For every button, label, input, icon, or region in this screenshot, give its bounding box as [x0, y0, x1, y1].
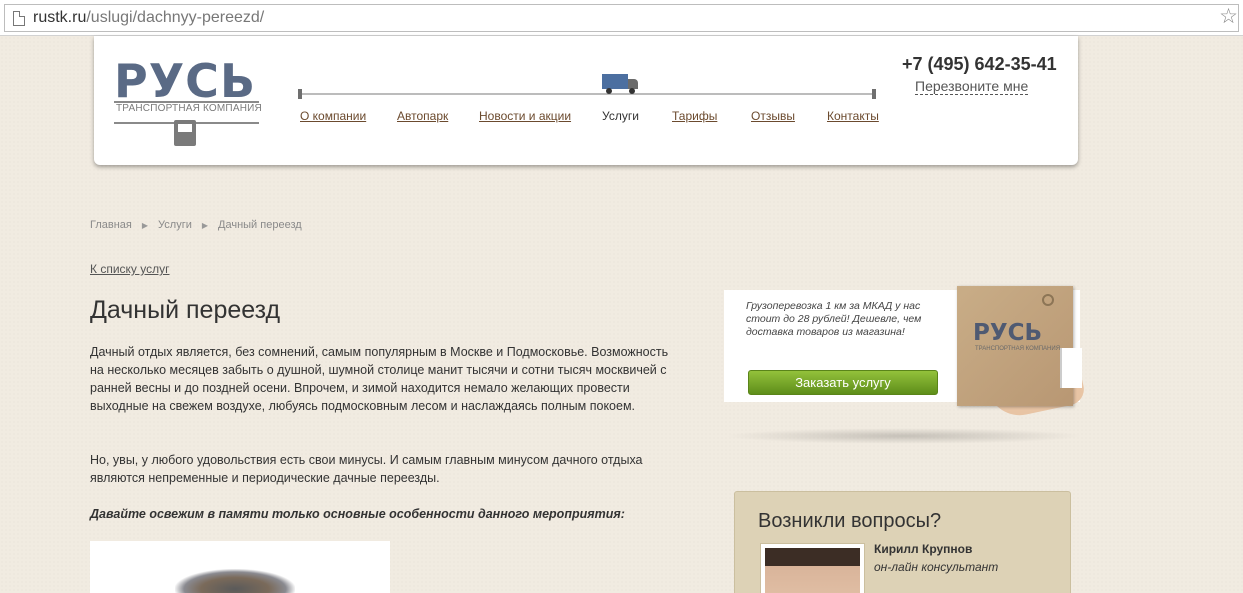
bookmark-star-icon[interactable]: ☆: [1219, 5, 1238, 29]
content-image: [90, 541, 390, 593]
logo-subtitle: ТРАНСПОРТНАЯ КОМПАНИЯ: [116, 103, 262, 114]
content-paragraph: Дачный отдых является, без сомнений, сам…: [90, 345, 669, 413]
shirt-cuff-image: [1060, 348, 1082, 388]
nav-item-reviews[interactable]: Отзывы: [751, 109, 795, 123]
url-text[interactable]: rustk.ru/uslugi/dachnyy-pereezd/: [33, 9, 264, 27]
logo[interactable]: РУСЬ ТРАНСПОРТНАЯ КОМПАНИЯ: [114, 54, 262, 150]
url-path: /uslugi/dachnyy-pereezd/: [86, 9, 265, 26]
nav-item-services[interactable]: Услуги: [602, 109, 639, 123]
nav-item-contacts[interactable]: Контакты: [827, 109, 879, 123]
promo-text: Грузоперевозка 1 км за МКАД у нас стоит …: [746, 300, 922, 338]
chevron-right-icon: ▶: [201, 221, 209, 230]
phone-number: +7 (495) 642-35-41: [902, 54, 1057, 74]
logo-word: РУСЬ: [114, 54, 256, 108]
nav-item-fleet[interactable]: Автопарк: [397, 109, 448, 123]
page-title: Дачный переезд: [90, 296, 281, 324]
browser-address-bar: rustk.ru/uslugi/dachnyy-pereezd/ ☆: [0, 0, 1243, 36]
nav-truck-icon: [602, 74, 640, 94]
consultant-photo: [765, 548, 860, 593]
content-paragraph-emphasis: Давайте освежим в памяти только основные…: [90, 507, 625, 521]
questions-block: Возникли вопросы? Кирилл Крупнов он-лайн…: [734, 491, 1071, 593]
consultant-role: он-лайн консультант: [874, 560, 999, 574]
box-logo-subtitle: ТРАНСПОРТНАЯ КОМПАНИЯ: [975, 346, 1061, 352]
cardboard-box-image: РУСЬ ТРАНСПОРТНАЯ КОМПАНИЯ: [957, 286, 1073, 406]
nav-rail: [298, 89, 876, 99]
callback-link[interactable]: Перезвоните мне: [915, 78, 1029, 95]
promo-banner: Грузоперевозка 1 км за МКАД у нас стоит …: [724, 286, 1087, 422]
content-paragraph: Но, увы, у любого удовольствия есть свои…: [90, 453, 643, 485]
nav-item-news[interactable]: Новости и акции: [479, 109, 571, 123]
page-icon: [13, 11, 25, 26]
back-to-services-link[interactable]: К списку услуг: [90, 262, 170, 276]
breadcrumb-home[interactable]: Главная: [90, 219, 132, 231]
chevron-right-icon: ▶: [141, 221, 149, 230]
clothes-pile-image: [175, 569, 295, 593]
promo-shadow: [724, 428, 1084, 444]
url-host: rustk.ru: [33, 9, 87, 26]
consultant-name: Кирилл Крупнов: [874, 542, 973, 556]
truck-icon: [174, 120, 196, 146]
questions-title: Возникли вопросы?: [758, 510, 942, 532]
nav-item-tariffs[interactable]: Тарифы: [672, 109, 717, 123]
breadcrumb-current: Дачный переезд: [218, 219, 302, 231]
consultant-avatar: [760, 543, 865, 593]
nav-item-about[interactable]: О компании: [300, 109, 366, 123]
box-logo-word: РУСЬ: [973, 320, 1042, 346]
breadcrumb: Главная ▶ Услуги ▶ Дачный переезд: [90, 219, 302, 231]
order-service-button[interactable]: Заказать услугу: [748, 370, 938, 395]
breadcrumb-services[interactable]: Услуги: [158, 219, 192, 231]
url-field[interactable]: rustk.ru/uslugi/dachnyy-pereezd/ ☆: [4, 4, 1239, 32]
site-header: РУСЬ ТРАНСПОРТНАЯ КОМПАНИЯ О компании Ав…: [94, 36, 1078, 165]
recycle-icon: [1042, 294, 1054, 306]
